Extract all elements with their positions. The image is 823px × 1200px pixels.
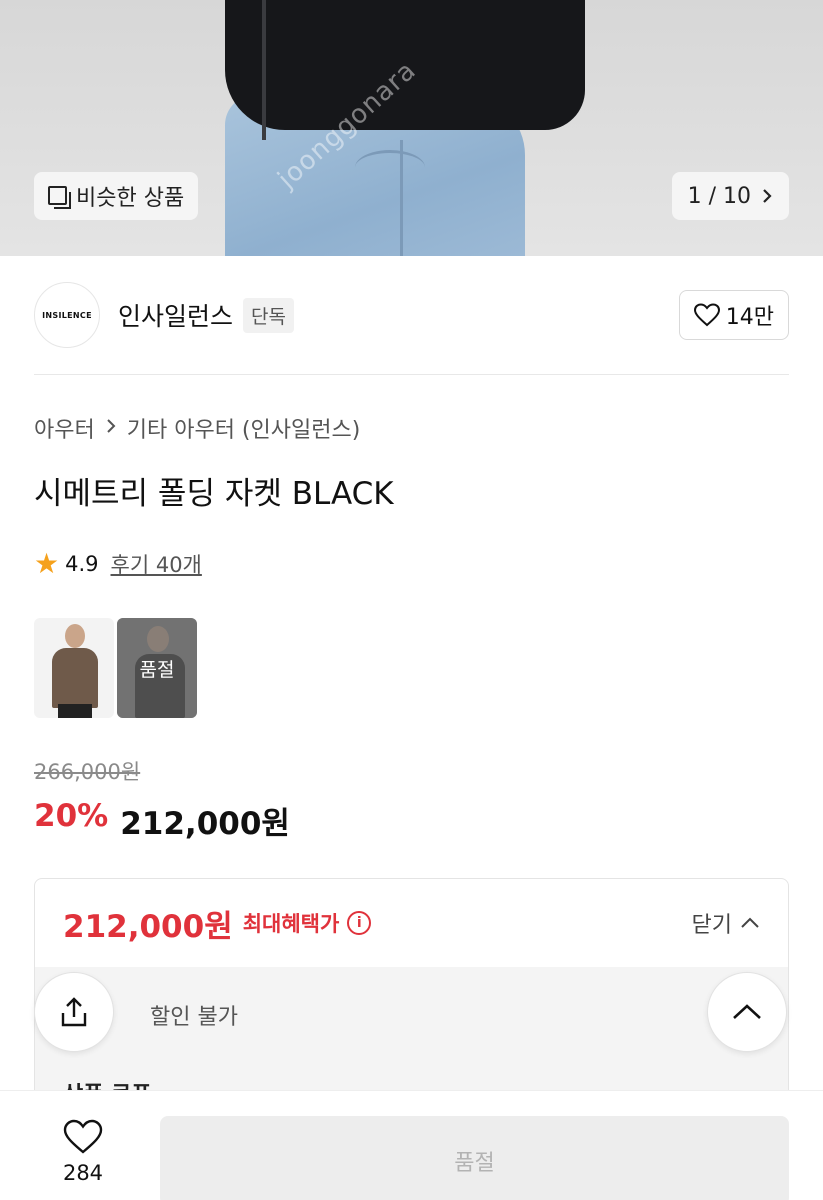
product-photo-pocket [355, 150, 425, 185]
color-option-black[interactable]: 품절 [117, 618, 197, 718]
model-head [65, 624, 85, 648]
image-pager-text: 1 / 10 [687, 183, 751, 209]
rating-value: 4.9 [65, 552, 99, 576]
brand-like-count: 14만 [725, 305, 774, 330]
chevron-up-icon [733, 1004, 761, 1019]
share-button[interactable] [34, 972, 114, 1052]
original-price: 266,000원 [34, 760, 141, 784]
color-options: 품절 [34, 618, 197, 718]
model-legs [58, 704, 92, 718]
benefit-amount: 212,000원 [63, 908, 233, 945]
benefit-close-button[interactable]: 닫기 [692, 907, 760, 939]
wishlist-button[interactable]: 284 [34, 1119, 132, 1185]
chevron-right-icon [107, 419, 116, 433]
exclusive-badge: 단독 [243, 297, 294, 333]
sold-out-overlay: 품절 [117, 618, 197, 718]
brand-logo-text: INSILENCE [42, 310, 92, 320]
benefit-header: 212,000원 최대혜택가 i 닫기 [35, 879, 788, 967]
brand-row: INSILENCE 인사일런스 단독 14만 [34, 282, 789, 348]
product-image-gallery[interactable]: joonggonara 비슷한 상품 1 / 10 [0, 0, 823, 256]
scroll-top-button[interactable] [707, 972, 787, 1052]
benefit-label: 최대혜택가 [242, 912, 340, 936]
divider [34, 374, 789, 375]
product-title: 시메트리 폴딩 자켓 BLACK [34, 476, 394, 512]
heart-icon [693, 303, 720, 327]
image-pager[interactable]: 1 / 10 [671, 172, 789, 220]
similar-icon [48, 186, 71, 209]
star-icon: ★ [34, 547, 60, 580]
rating-row: ★ 4.9 후기 40개 [34, 549, 202, 579]
heart-icon [63, 1119, 103, 1154]
discount-note: 할인 불가 [150, 1005, 238, 1030]
brand-logo[interactable]: INSILENCE [34, 282, 100, 348]
sold-out-label: 품절 [139, 658, 175, 681]
sold-out-button[interactable]: 품절 [160, 1116, 789, 1200]
breadcrumb-item-outer[interactable]: 아우터 [34, 412, 95, 444]
similar-products-label: 비슷한 상품 [76, 186, 185, 211]
reviews-link[interactable]: 후기 40개 [111, 549, 202, 579]
breadcrumb: 아우터 기타 아우터 (인사일런스) [34, 412, 360, 444]
model-jacket [52, 648, 98, 708]
wishlist-count: 284 [62, 1161, 104, 1185]
chevron-right-icon [763, 189, 772, 203]
share-icon [61, 997, 87, 1027]
color-option-brown[interactable] [34, 618, 114, 718]
similar-products-button[interactable]: 비슷한 상품 [34, 172, 199, 220]
bottom-action-bar: 284 품절 [0, 1090, 823, 1200]
breadcrumb-item-category[interactable]: 기타 아우터 (인사일런스) [127, 412, 361, 444]
sold-out-button-label: 품절 [454, 1151, 495, 1176]
info-icon[interactable]: i [347, 911, 372, 935]
brand-name[interactable]: 인사일런스 [118, 297, 233, 333]
sale-price: 212,000원 [120, 806, 290, 842]
discount-percent: 20% [34, 798, 109, 834]
price-row: 20% 212,000원 [34, 798, 290, 843]
chevron-up-icon [741, 917, 759, 928]
brand-like-button[interactable]: 14만 [678, 290, 789, 340]
product-photo-zipper [262, 0, 266, 140]
benefit-close-label: 닫기 [691, 913, 732, 938]
